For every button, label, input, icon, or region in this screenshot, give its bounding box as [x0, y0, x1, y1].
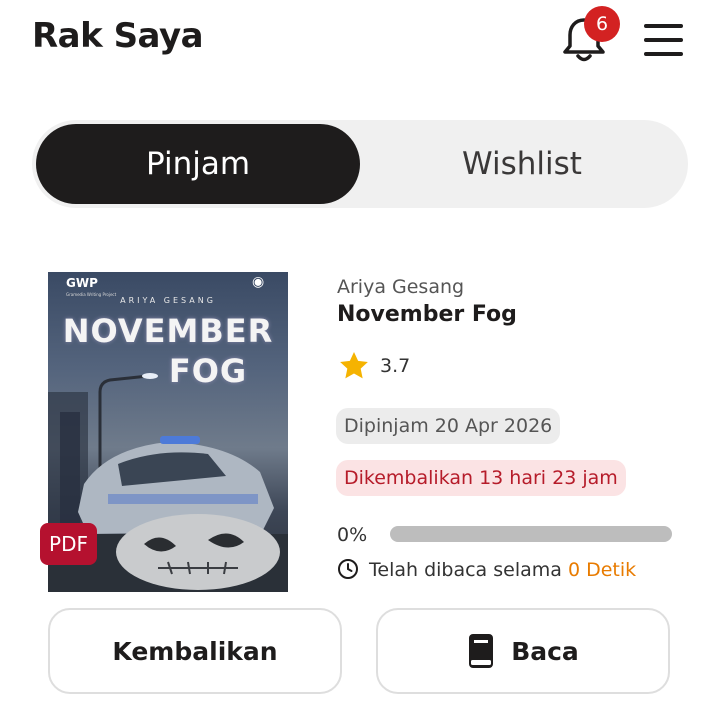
- cover-publisher: GWP: [66, 276, 98, 290]
- read-time-value: 0 Detik: [567, 559, 637, 581]
- star-icon: [340, 352, 368, 379]
- reading-progress-label: 0%: [337, 524, 368, 546]
- read-button-label: Baca: [511, 636, 579, 666]
- tab-pinjam[interactable]: Pinjam: [36, 124, 360, 204]
- tab-wishlist[interactable]: Wishlist: [360, 124, 684, 204]
- cover-title-line2: FOG: [168, 352, 248, 390]
- header: Rak Saya 6: [0, 0, 720, 84]
- book-rating: 3.7: [380, 355, 411, 377]
- cover-author: ARIYA GESANG: [120, 296, 216, 305]
- clock-icon: [338, 559, 358, 579]
- format-badge: PDF: [40, 523, 97, 565]
- page-title: Rak Saya: [32, 16, 204, 56]
- return-button-label: Kembalikan: [112, 636, 278, 666]
- book-title[interactable]: November Fog: [337, 302, 517, 327]
- read-time-prefix: Telah dibaca selama: [369, 559, 562, 581]
- publisher-logo-icon: ◉: [252, 274, 265, 290]
- reading-progress-bar: [390, 526, 672, 542]
- return-button[interactable]: Kembalikan: [48, 608, 342, 694]
- book-author: Ariya Gesang: [337, 276, 465, 298]
- read-button[interactable]: Baca: [376, 608, 670, 694]
- notification-count-badge: 6: [584, 6, 620, 42]
- tab-bar: Pinjam Wishlist: [32, 120, 688, 208]
- hamburger-menu-icon[interactable]: [642, 22, 686, 58]
- book-icon: [469, 634, 494, 668]
- cover-title-line1: NOVEMBER: [62, 312, 274, 350]
- read-time-text: Telah dibaca selama 0 Detik: [369, 559, 636, 581]
- return-due-badge: Dikembalikan 13 hari 23 jam: [336, 460, 626, 496]
- borrowed-date-badge: Dipinjam 20 Apr 2026: [336, 408, 561, 444]
